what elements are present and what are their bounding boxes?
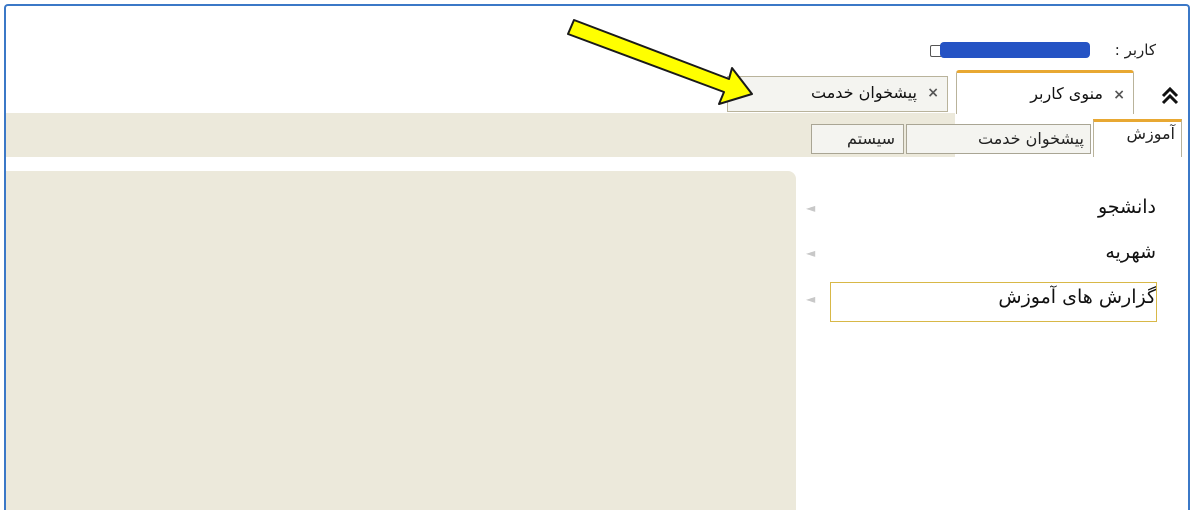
annotation-arrow-icon — [567, 19, 753, 105]
